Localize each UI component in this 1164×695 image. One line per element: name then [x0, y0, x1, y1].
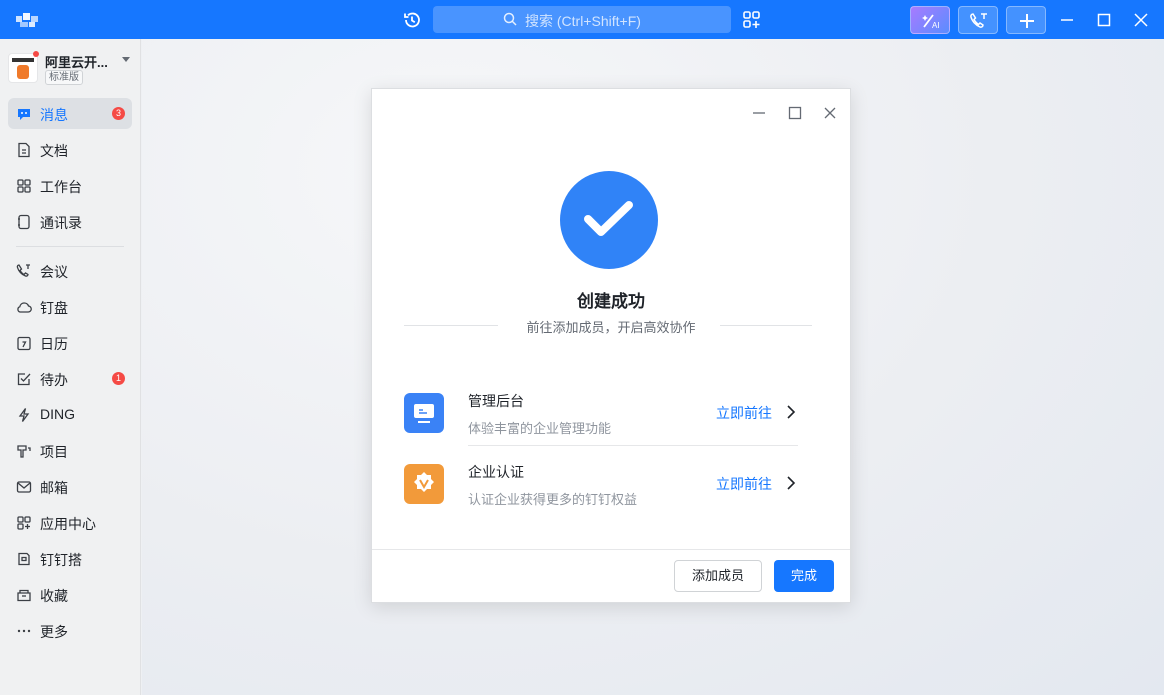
chevron-right-icon[interactable] — [786, 476, 796, 490]
sidebar-item-favorites[interactable]: 收藏 — [8, 579, 132, 610]
sidebar-item-label: 邮箱 — [40, 480, 68, 496]
todo-icon — [17, 373, 31, 386]
sidebar-item-label: 日历 — [40, 336, 68, 352]
sidebar-item-drive[interactable]: 钉盘 — [8, 291, 132, 322]
search-icon — [503, 12, 517, 26]
ding-icon — [18, 408, 30, 422]
sidebar-item-label: 项目 — [40, 444, 68, 460]
org-switcher[interactable]: 阿里云开... 标准版 — [8, 51, 134, 87]
go-now-link[interactable]: 立即前往 — [716, 403, 772, 423]
unread-badge: 1 — [112, 372, 125, 385]
call-button[interactable] — [958, 6, 998, 34]
message-icon — [18, 109, 30, 120]
footer-divider — [372, 549, 850, 550]
calendar-icon — [17, 336, 31, 351]
call-icon — [970, 13, 987, 28]
sidebar-item-label: 工作台 — [40, 179, 82, 195]
project-icon — [17, 445, 31, 458]
sidebar-item-label: 通讯录 — [40, 215, 82, 231]
sidebar-item-ding[interactable]: DING — [8, 399, 132, 430]
maximize-icon[interactable] — [1095, 11, 1113, 29]
favorites-icon — [17, 589, 31, 602]
search-placeholder: 搜索 (Ctrl+Shift+F) — [525, 13, 641, 29]
create-success-dialog: 创建成功 前往添加成员，开启高效协作 管理后台 体验丰富的企业管理功能 立即前往… — [371, 88, 851, 603]
enterprise-verify-option[interactable]: 企业认证 认证企业获得更多的钉钉权益 立即前往 — [404, 454, 798, 524]
sidebar-item-messages[interactable]: 消息 3 — [8, 98, 132, 129]
sidebar-item-label: 待办 — [40, 372, 68, 388]
app-center-icon — [17, 516, 31, 530]
option-title: 企业认证 — [468, 464, 524, 480]
chevron-right-icon[interactable] — [786, 405, 796, 419]
sidebar-item-label: 收藏 — [40, 588, 68, 604]
ai-button[interactable]: AI — [910, 6, 950, 34]
done-button[interactable]: 完成 — [774, 560, 834, 592]
plus-icon — [1020, 14, 1034, 28]
org-notification-dot — [33, 51, 39, 57]
contacts-icon — [18, 214, 30, 230]
org-name: 阿里云开... — [45, 55, 108, 70]
dialog-minimize-icon[interactable] — [752, 106, 766, 120]
add-button[interactable] — [1006, 6, 1046, 34]
dialog-close-icon[interactable] — [823, 106, 837, 120]
cloud-drive-icon — [17, 302, 32, 313]
sidebar-item-label: 文档 — [40, 143, 68, 159]
dialog-title: 创建成功 — [577, 292, 645, 311]
sidebar-item-project[interactable]: 项目 — [8, 435, 132, 466]
admin-console-icon — [404, 393, 444, 433]
success-check-icon — [560, 171, 658, 269]
verify-icon — [404, 464, 444, 504]
divider — [468, 445, 798, 446]
option-description: 认证企业获得更多的钉钉权益 — [468, 492, 638, 507]
sidebar-item-label: 更多 — [40, 624, 68, 640]
caret-down-icon[interactable] — [122, 57, 130, 62]
history-icon[interactable] — [401, 9, 423, 31]
sidebar-item-contacts[interactable]: 通讯录 — [8, 206, 132, 237]
option-description: 体验丰富的企业管理功能 — [468, 421, 612, 436]
add-member-button[interactable]: 添加成员 — [674, 560, 762, 592]
sidebar-item-workbench[interactable]: 工作台 — [8, 170, 132, 201]
sidebar-item-app-center[interactable]: 应用中心 — [8, 507, 132, 538]
sidebar-divider — [16, 246, 124, 247]
meeting-icon — [16, 264, 30, 277]
sidebar-item-dingda[interactable]: 钉钉搭 — [8, 543, 132, 574]
app-logo-icon — [14, 10, 42, 30]
option-title: 管理后台 — [468, 393, 524, 409]
unread-badge: 3 — [112, 107, 125, 120]
org-avatar — [8, 53, 38, 83]
admin-console-option[interactable]: 管理后台 体验丰富的企业管理功能 立即前往 — [404, 383, 798, 453]
sidebar-item-calendar[interactable]: 日历 — [8, 327, 132, 358]
sidebar-item-label: 应用中心 — [40, 516, 96, 532]
go-now-link[interactable]: 立即前往 — [716, 474, 772, 494]
org-plan-badge: 标准版 — [45, 70, 83, 85]
sidebar-item-label: 钉钉搭 — [40, 552, 82, 568]
close-icon[interactable] — [1132, 11, 1150, 29]
sidebar-item-label: DING — [40, 406, 75, 422]
dialog-subtitle: 前往添加成员，开启高效协作 — [526, 320, 696, 335]
sidebar-item-more[interactable]: 更多 — [8, 615, 132, 646]
sidebar-item-label: 会议 — [40, 264, 68, 280]
sidebar: 阿里云开... 标准版 消息 3 文档 工作台 通讯录 会议 钉盘 日历 待办 … — [0, 39, 141, 695]
sidebar-item-mail[interactable]: 邮箱 — [8, 471, 132, 502]
document-icon — [18, 142, 30, 158]
minimize-icon[interactable] — [1058, 11, 1076, 29]
sidebar-item-meeting[interactable]: 会议 — [8, 255, 132, 286]
title-bar: 搜索 (Ctrl+Shift+F) AI — [0, 0, 1164, 39]
search-input[interactable]: 搜索 (Ctrl+Shift+F) — [433, 6, 731, 33]
dialog-maximize-icon[interactable] — [788, 106, 802, 120]
sidebar-item-label: 消息 — [40, 107, 68, 123]
sidebar-item-label: 钉盘 — [40, 300, 68, 316]
more-icon — [17, 629, 31, 633]
workbench-icon — [17, 179, 31, 193]
mail-icon — [16, 481, 32, 493]
svg-text:AI: AI — [932, 21, 940, 30]
ai-icon: AI — [922, 14, 940, 30]
sidebar-item-todo[interactable]: 待办 1 — [8, 363, 132, 394]
sidebar-item-docs[interactable]: 文档 — [8, 134, 132, 165]
apps-add-icon[interactable] — [741, 9, 763, 31]
dingda-icon — [18, 552, 30, 566]
